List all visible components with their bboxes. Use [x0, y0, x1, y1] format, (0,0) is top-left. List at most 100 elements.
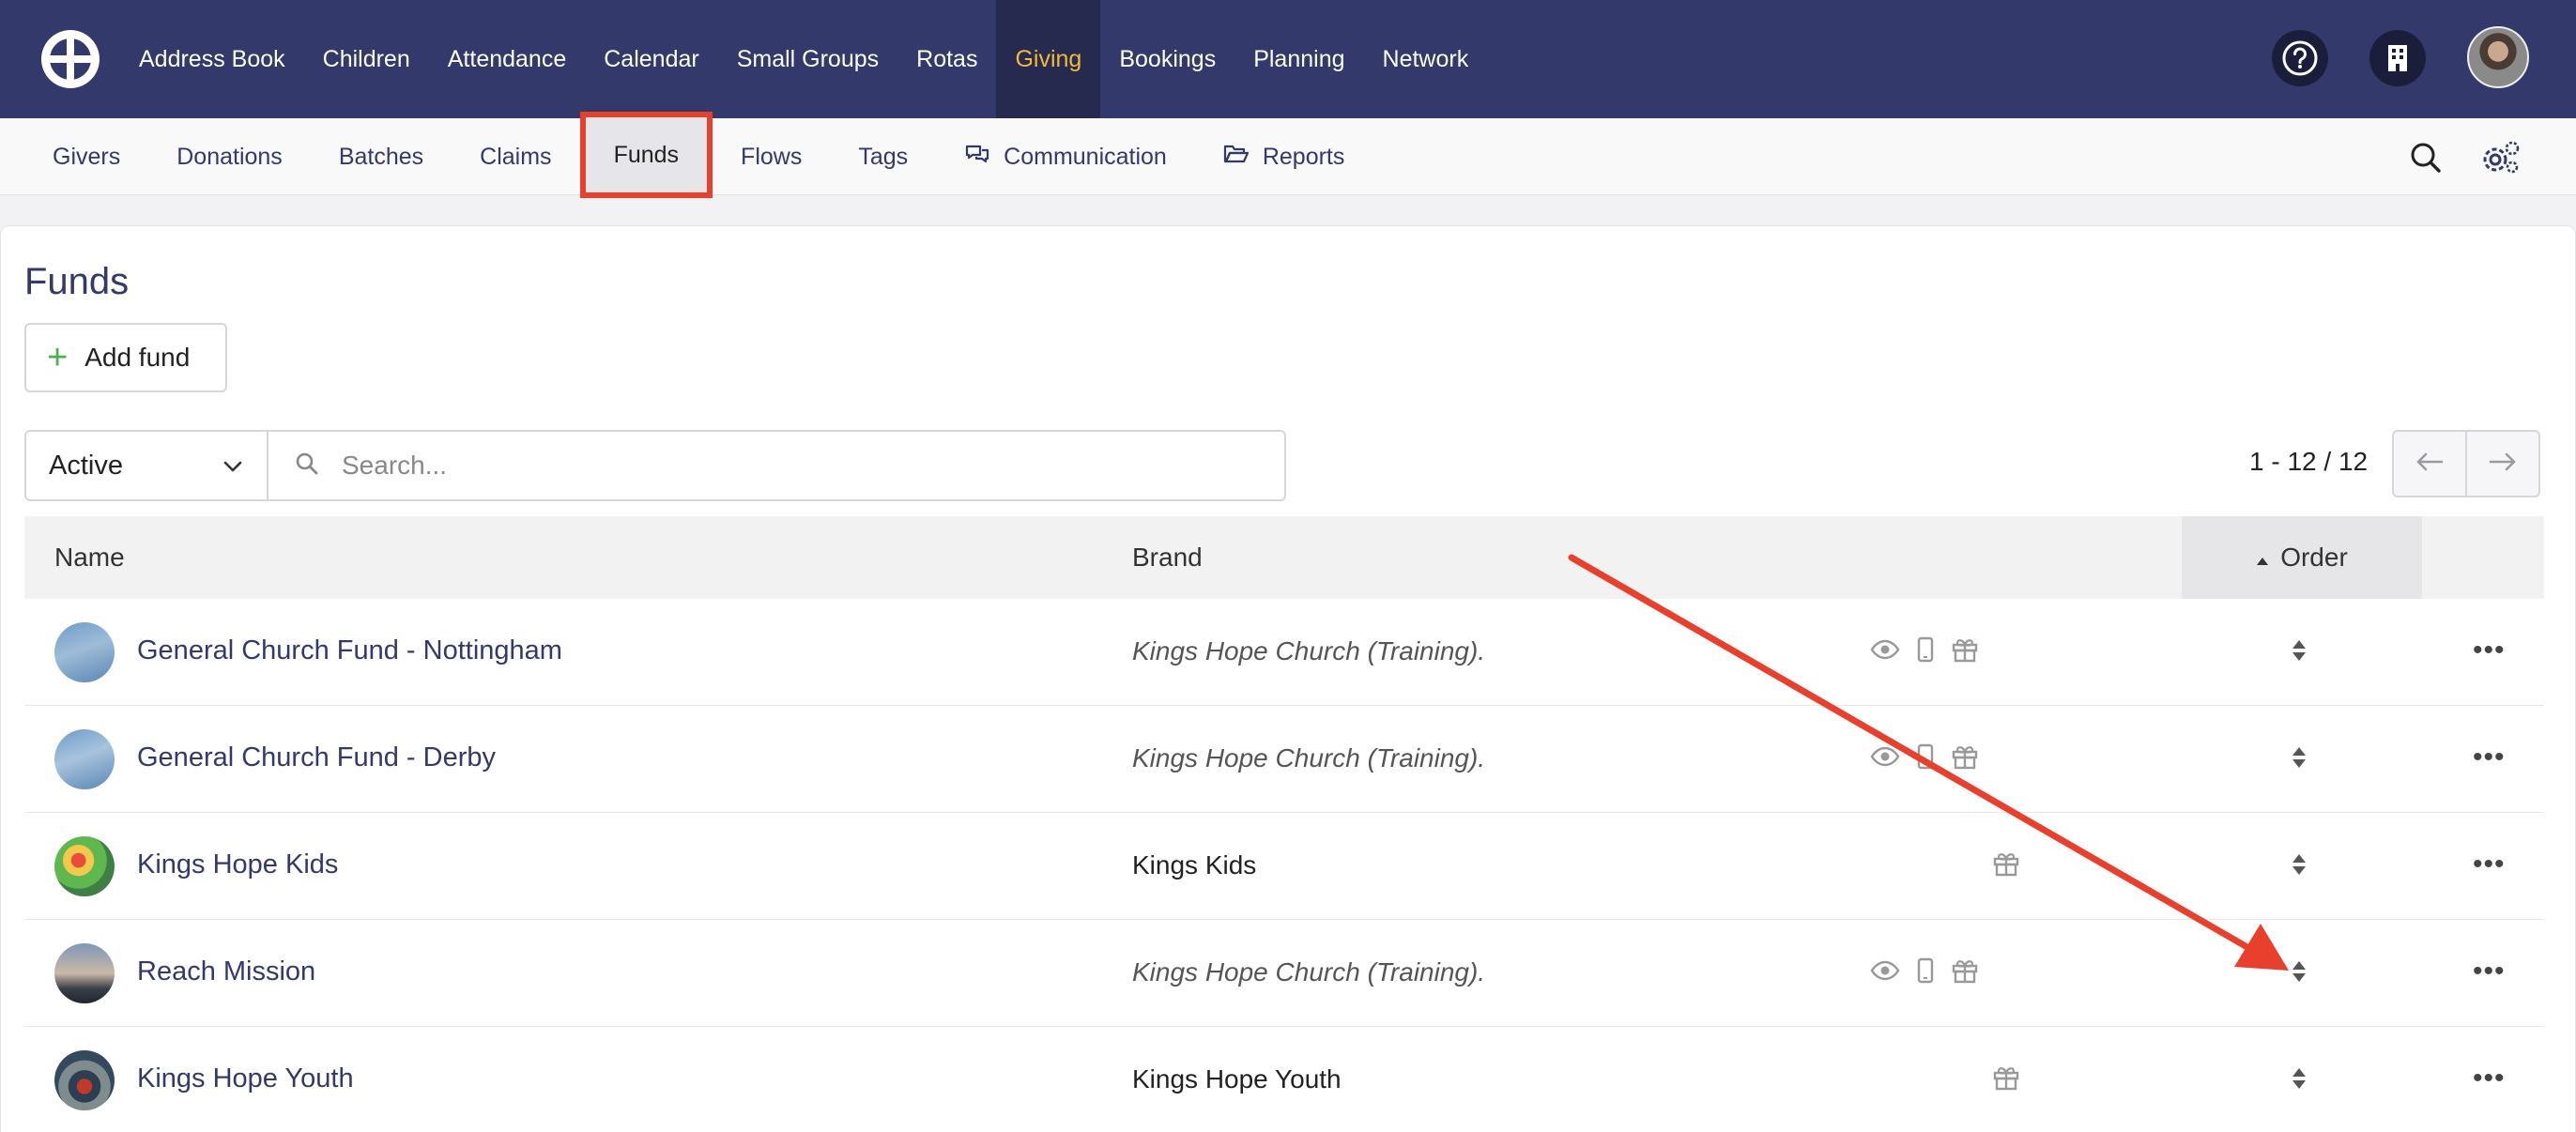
table-row[interactable]: Reach Mission Kings Hope Church (Trainin… [24, 920, 2544, 1027]
fund-brand: Kings Hope Church (Training). [1132, 636, 1486, 665]
topnav-planning[interactable]: Planning [1234, 0, 1363, 118]
tab-givers[interactable]: Givers [24, 118, 148, 195]
arrow-right-icon [2489, 451, 2517, 477]
tab-label: Reports [1262, 143, 1345, 170]
fund-avatar [54, 729, 115, 789]
mobile-icon [1917, 743, 1934, 774]
fund-name-link[interactable]: Kings Hope Kids [137, 849, 338, 880]
reorder-handle-icon[interactable] [2291, 852, 2308, 881]
reorder-handle-icon[interactable] [2291, 638, 2308, 667]
table-row[interactable]: Kings Hope Kids Kings Kids ••• [24, 813, 2544, 920]
topnav-network[interactable]: Network [1364, 0, 1488, 118]
tab-donations[interactable]: Donations [148, 118, 311, 195]
add-fund-label: Add fund [84, 343, 191, 372]
table-row[interactable]: General Church Fund - Nottingham Kings H… [24, 599, 2544, 706]
add-fund-button[interactable]: + Add fund [24, 323, 227, 392]
fund-avatar [54, 943, 115, 1003]
tab-claims[interactable]: Claims [452, 118, 579, 195]
tab-label: Claims [480, 143, 552, 170]
topnav-address-book[interactable]: Address Book [120, 0, 304, 118]
fund-visibility-icons [1870, 743, 1979, 774]
column-header-brand[interactable]: Brand [1132, 543, 1203, 573]
building-icon[interactable] [2369, 30, 2426, 86]
column-header-name[interactable]: Name [54, 543, 125, 573]
fund-avatar [54, 836, 115, 896]
search-input[interactable] [342, 451, 1187, 481]
fund-avatar [54, 622, 115, 682]
search-field [267, 430, 1286, 501]
tab-label: Funds [613, 141, 680, 168]
topnav-small-groups[interactable]: Small Groups [718, 0, 897, 118]
tab-label: Batches [338, 143, 424, 170]
search-icon [295, 451, 319, 481]
chevron-down-icon [222, 454, 244, 485]
eye-icon [1870, 743, 1900, 774]
tab-funds[interactable]: Funds [579, 112, 713, 198]
help-icon[interactable] [2272, 30, 2328, 86]
column-header-order-label: Order [2280, 543, 2348, 572]
eye-icon [1870, 957, 1900, 988]
next-page-button[interactable] [2465, 430, 2540, 497]
topnav-attendance[interactable]: Attendance [429, 0, 586, 118]
mobile-icon [1917, 636, 1934, 667]
topnav-calendar[interactable]: Calendar [585, 0, 717, 118]
reorder-handle-icon[interactable] [2291, 959, 2308, 988]
tab-label: Givers [53, 143, 121, 170]
fund-avatar [54, 1050, 115, 1110]
topnav-giving[interactable]: Giving [996, 0, 1101, 118]
status-filter-select[interactable]: Active [24, 430, 268, 501]
mobile-icon [1917, 957, 1934, 988]
column-header-order[interactable]: Order [2182, 516, 2422, 599]
tab-label: Tags [858, 143, 909, 170]
more-options-icon[interactable]: ••• [2473, 742, 2506, 773]
fund-brand: Kings Kids [1132, 850, 1257, 880]
main-menu: Address Book Children Attendance Calenda… [120, 0, 1487, 118]
topnav-rotas[interactable]: Rotas [897, 0, 996, 118]
gift-icon [1992, 1064, 2020, 1095]
eye-icon [1870, 636, 1900, 667]
settings-icon[interactable] [2480, 137, 2522, 178]
topnav-children[interactable]: Children [304, 0, 429, 118]
tab-communication[interactable]: Communication [936, 118, 1195, 195]
more-options-icon[interactable]: ••• [2473, 849, 2506, 880]
table-header: Name Brand Order [24, 516, 2544, 599]
tab-label: Flows [741, 143, 803, 170]
fund-visibility-icons [1992, 1064, 2020, 1095]
fund-name-link[interactable]: General Church Fund - Derby [137, 742, 496, 773]
table-row[interactable]: General Church Fund - Derby Kings Hope C… [24, 706, 2544, 813]
more-options-icon[interactable]: ••• [2473, 1063, 2506, 1094]
fund-name-link[interactable]: General Church Fund - Nottingham [137, 635, 562, 666]
previous-page-button[interactable] [2392, 430, 2467, 497]
chat-icon [964, 143, 990, 172]
reorder-handle-icon[interactable] [2291, 745, 2308, 774]
giving-subnav-bar: Givers Donations Batches Claims Funds Fl… [0, 112, 2576, 198]
page-title: Funds [24, 261, 130, 302]
fund-visibility-icons [1870, 957, 1979, 988]
pagination-count: 1 - 12 / 12 [2249, 447, 2369, 476]
tab-batches[interactable]: Batches [311, 118, 452, 195]
tab-flows[interactable]: Flows [713, 118, 830, 195]
reorder-handle-icon[interactable] [2291, 1066, 2308, 1095]
user-avatar[interactable] [2467, 26, 2529, 88]
search-icon[interactable] [2405, 137, 2446, 178]
gift-icon [1992, 850, 2020, 881]
gift-icon [1951, 743, 1979, 774]
topnav-bookings[interactable]: Bookings [1100, 0, 1234, 118]
folder-open-icon [1223, 144, 1250, 171]
status-filter-value: Active [49, 450, 123, 481]
fund-name-link[interactable]: Reach Mission [137, 956, 315, 987]
arrow-left-icon [2415, 451, 2444, 477]
plus-icon: + [47, 338, 69, 377]
tab-label: Communication [1004, 143, 1167, 170]
table-row[interactable]: Kings Hope Youth Kings Hope Youth ••• [24, 1027, 2544, 1132]
top-navigation-bar: Address Book Children Attendance Calenda… [0, 0, 2576, 118]
more-options-icon[interactable]: ••• [2473, 635, 2506, 666]
fund-name-link[interactable]: Kings Hope Youth [137, 1063, 354, 1094]
tab-label: Donations [176, 143, 283, 170]
more-options-icon[interactable]: ••• [2473, 956, 2506, 987]
tab-tags[interactable]: Tags [830, 118, 936, 195]
fund-visibility-icons [1870, 636, 1979, 667]
app-logo-icon[interactable] [39, 28, 101, 90]
fund-brand: Kings Hope Church (Training). [1132, 743, 1486, 773]
tab-reports[interactable]: Reports [1195, 118, 1373, 195]
